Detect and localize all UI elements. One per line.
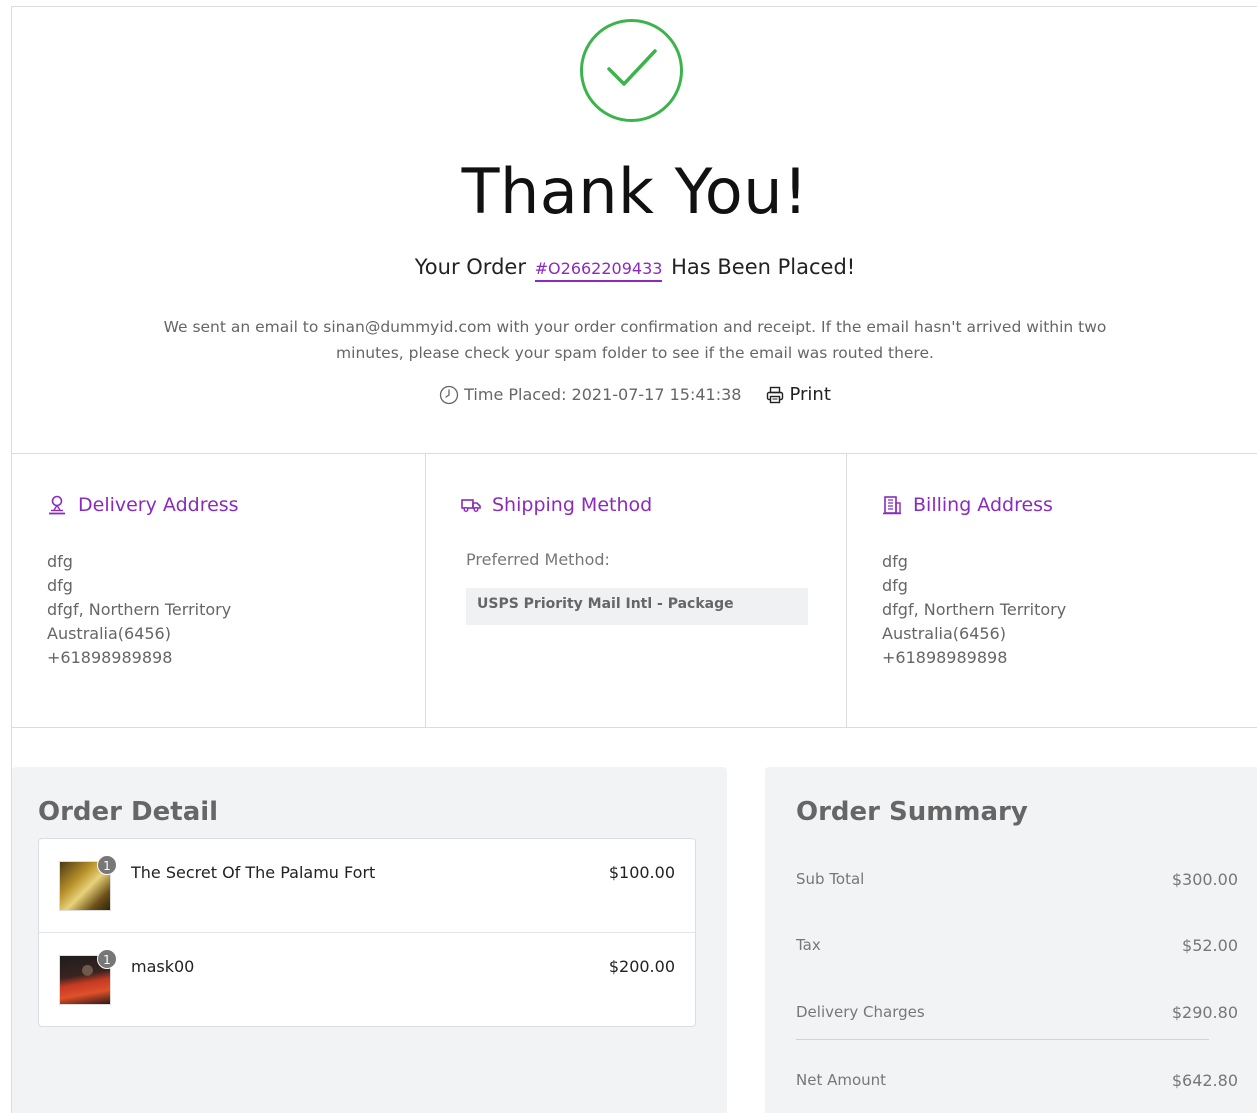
order-prefix: Your Order [414, 255, 526, 279]
billing-address-lines: dfg dfg dfgf, Northern Territory Austral… [882, 550, 1066, 670]
delivery-charges-row: Delivery Charges $290.80 [796, 1003, 1238, 1022]
summary-value: $642.80 [1171, 1071, 1238, 1090]
delivery-address-title: Delivery Address [46, 494, 239, 516]
item-price: $200.00 [608, 957, 675, 976]
time-placed: Time Placed: 2021-07-17 15:41:38 [439, 385, 741, 405]
address-line: dfg [47, 552, 73, 571]
delivery-address-label: Delivery Address [78, 494, 239, 516]
confirmation-hero: Thank You! Your Order #O2662209433 Has B… [12, 7, 1257, 454]
order-placed-line: Your Order #O2662209433 Has Been Placed! [12, 255, 1257, 282]
address-band: Delivery Address dfg dfg dfgf, Northern … [12, 453, 1257, 728]
email-confirmation-message: We sent an email to sinan@dummyid.com wi… [163, 318, 1107, 362]
building-icon [883, 496, 901, 515]
address-line: dfgf, Northern Territory [47, 600, 232, 619]
address-phone: +61898989898 [47, 648, 173, 667]
print-button[interactable]: Print [765, 384, 831, 405]
billing-address-title: Billing Address [881, 494, 1053, 516]
quantity-badge: 1 [97, 855, 117, 875]
preferred-method-label: Preferred Method: [466, 550, 610, 569]
order-item-row: 1 The Secret Of The Palamu Fort $100.00 [39, 839, 695, 933]
tax-row: Tax $52.00 [796, 936, 1238, 955]
shipping-method-card: Shipping Method Preferred Method: USPS P… [426, 454, 847, 727]
order-summary-title: Order Summary [796, 797, 1028, 827]
order-confirmation-page: Thank You! Your Order #O2662209433 Has B… [11, 6, 1257, 1113]
print-label: Print [789, 384, 831, 405]
page-title: Thank You! [461, 155, 809, 228]
success-check-icon [580, 19, 683, 122]
printer-icon [767, 386, 784, 403]
user-location-icon [49, 495, 65, 515]
order-items-list: 1 The Secret Of The Palamu Fort $100.00 … [38, 838, 696, 1027]
order-detail-panel: Order Detail 1 The Secret Of The Palamu … [12, 767, 727, 1113]
net-amount-row: Net Amount $642.80 [796, 1071, 1238, 1090]
address-line: dfgf, Northern Territory [882, 600, 1067, 619]
shipping-method-title: Shipping Method [460, 494, 652, 516]
delivery-address-lines: dfg dfg dfgf, Northern Territory Austral… [47, 550, 231, 670]
order-item-row: 1 mask00 $200.00 [39, 933, 695, 1027]
address-line: dfg [47, 576, 73, 595]
item-price: $100.00 [608, 863, 675, 882]
billing-address-card: Billing Address dfg dfg dfgf, Northern T… [847, 454, 1257, 727]
time-placed-text: Time Placed: 2021-07-17 15:41:38 [464, 385, 742, 404]
order-meta-row: Time Placed: 2021-07-17 15:41:38 Print [12, 384, 1257, 405]
address-line: Australia(6456) [882, 624, 1006, 643]
summary-value: $300.00 [1171, 870, 1238, 889]
truck-icon [461, 499, 481, 512]
summary-value: $52.00 [1182, 936, 1238, 955]
item-name[interactable]: mask00 [131, 957, 194, 976]
order-suffix: Has Been Placed! [671, 255, 856, 279]
shipping-method-label: Shipping Method [492, 494, 653, 516]
subtotal-row: Sub Total $300.00 [796, 870, 1238, 889]
preferred-method-value: USPS Priority Mail Intl - Package [466, 588, 808, 625]
summary-divider [796, 1039, 1209, 1040]
summary-label: Net Amount [796, 1071, 887, 1089]
summary-label: Tax [796, 936, 821, 954]
order-id-link[interactable]: #O2662209433 [534, 259, 663, 282]
billing-address-label: Billing Address [913, 494, 1053, 516]
clock-icon [439, 385, 459, 404]
address-line: dfg [882, 576, 908, 595]
quantity-badge: 1 [97, 949, 117, 969]
summary-label: Delivery Charges [796, 1003, 925, 1021]
summary-label: Sub Total [796, 870, 865, 888]
address-line: dfg [882, 552, 908, 571]
summary-value: $290.80 [1171, 1003, 1238, 1022]
address-phone: +61898989898 [882, 648, 1008, 667]
item-name[interactable]: The Secret Of The Palamu Fort [131, 863, 375, 882]
order-detail-title: Order Detail [38, 797, 219, 827]
address-line: Australia(6456) [47, 624, 171, 643]
delivery-address-card: Delivery Address dfg dfg dfgf, Northern … [12, 454, 426, 727]
order-summary-panel: Order Summary Sub Total $300.00 Tax $52.… [765, 767, 1257, 1113]
